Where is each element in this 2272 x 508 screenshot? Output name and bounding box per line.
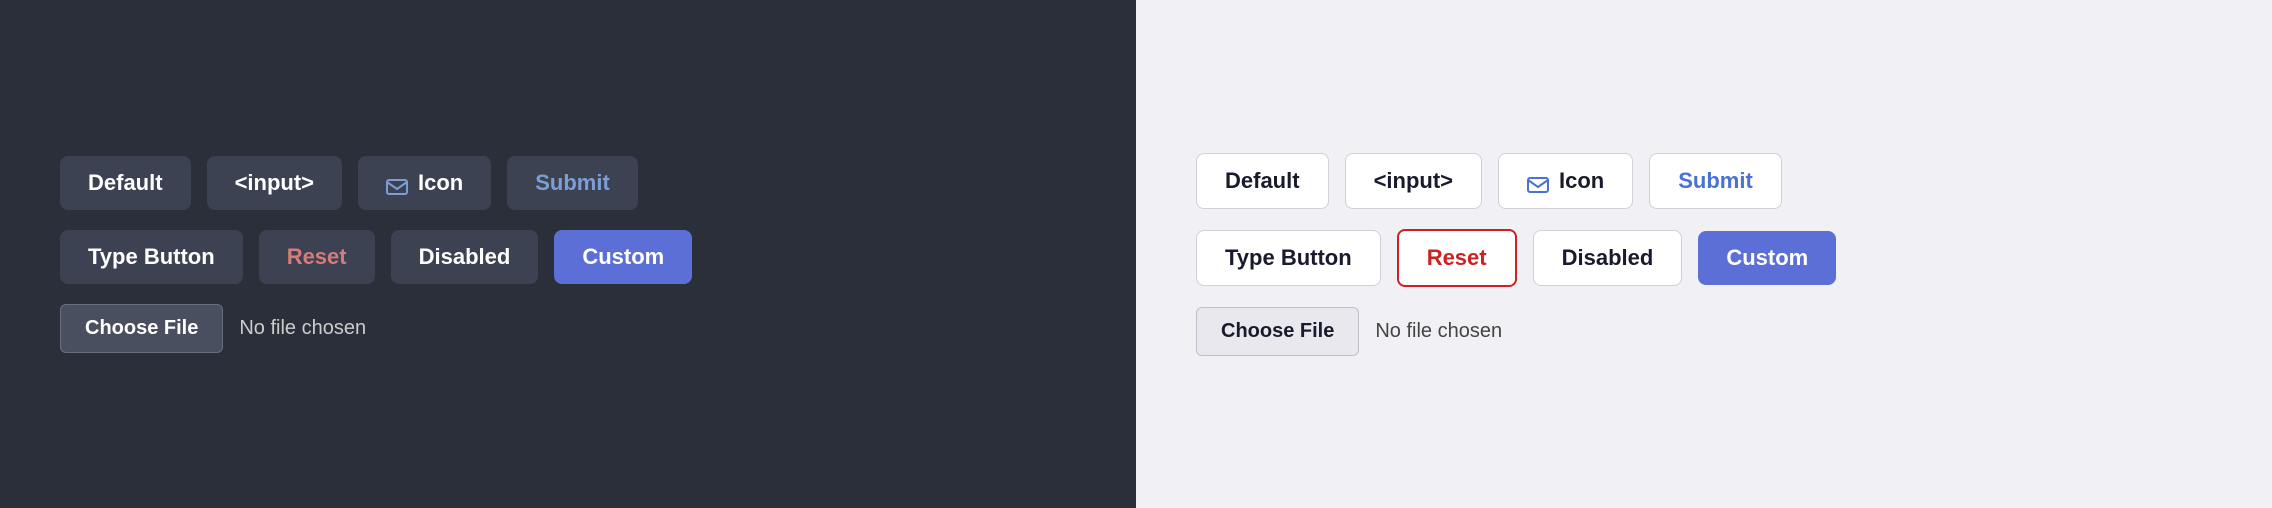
dark-typebutton-label: Type Button (88, 244, 215, 270)
light-choosefile-label: Choose File (1221, 320, 1334, 342)
light-disabled-label: Disabled (1562, 245, 1654, 271)
dark-icon-button[interactable]: Icon (358, 156, 491, 210)
dark-reset-button[interactable]: Reset (259, 230, 375, 284)
dark-nofile-text: No file chosen (239, 317, 366, 340)
dark-reset-label: Reset (287, 244, 347, 270)
light-default-button[interactable]: Default (1196, 153, 1329, 209)
light-row-3: Choose File No file chosen (1196, 307, 2212, 356)
light-row-2: Type Button Reset Disabled Custom (1196, 229, 2212, 287)
dark-custom-label: Custom (582, 244, 664, 270)
dark-row-3: Choose File No file chosen (60, 304, 1076, 353)
dark-row-1: Default <input> Icon Submit (60, 156, 1076, 210)
dark-row-2: Type Button Reset Disabled Custom (60, 230, 1076, 284)
light-icon-button[interactable]: Icon (1498, 153, 1633, 209)
light-typebutton-label: Type Button (1225, 245, 1352, 271)
light-choosefile-button[interactable]: Choose File (1196, 307, 1359, 356)
dark-icon-label: Icon (418, 170, 463, 196)
dark-input-label: <input> (235, 170, 314, 196)
light-input-label: <input> (1374, 168, 1453, 194)
dark-submit-label: Submit (535, 170, 610, 196)
light-nofile-text: No file chosen (1375, 320, 1502, 343)
light-input-button[interactable]: <input> (1345, 153, 1482, 209)
light-panel: Default <input> Icon Submit Type Button … (1136, 0, 2272, 508)
light-typebutton-button[interactable]: Type Button (1196, 230, 1381, 286)
light-row-1: Default <input> Icon Submit (1196, 153, 2212, 209)
dark-choosefile-button[interactable]: Choose File (60, 304, 223, 353)
dark-default-label: Default (88, 170, 163, 196)
light-file-input: Choose File No file chosen (1196, 307, 1502, 356)
dark-custom-button[interactable]: Custom (554, 230, 692, 284)
light-disabled-button[interactable]: Disabled (1533, 230, 1683, 286)
light-submit-button[interactable]: Submit (1649, 153, 1782, 209)
dark-disabled-label: Disabled (419, 244, 511, 270)
light-submit-label: Submit (1678, 168, 1753, 194)
dark-disabled-button[interactable]: Disabled (391, 230, 539, 284)
light-reset-button[interactable]: Reset (1397, 229, 1517, 287)
light-custom-button[interactable]: Custom (1698, 231, 1836, 285)
envelope-icon (386, 175, 408, 191)
dark-file-input: Choose File No file chosen (60, 304, 366, 353)
light-icon-label: Icon (1559, 168, 1604, 194)
dark-input-button[interactable]: <input> (207, 156, 342, 210)
dark-typebutton-button[interactable]: Type Button (60, 230, 243, 284)
dark-default-button[interactable]: Default (60, 156, 191, 210)
dark-choosefile-label: Choose File (85, 317, 198, 339)
dark-submit-button[interactable]: Submit (507, 156, 638, 210)
envelope-icon-light (1527, 173, 1549, 189)
light-reset-label: Reset (1427, 245, 1487, 271)
light-custom-label: Custom (1726, 245, 1808, 271)
dark-panel: Default <input> Icon Submit Type Button … (0, 0, 1136, 508)
light-default-label: Default (1225, 168, 1300, 194)
